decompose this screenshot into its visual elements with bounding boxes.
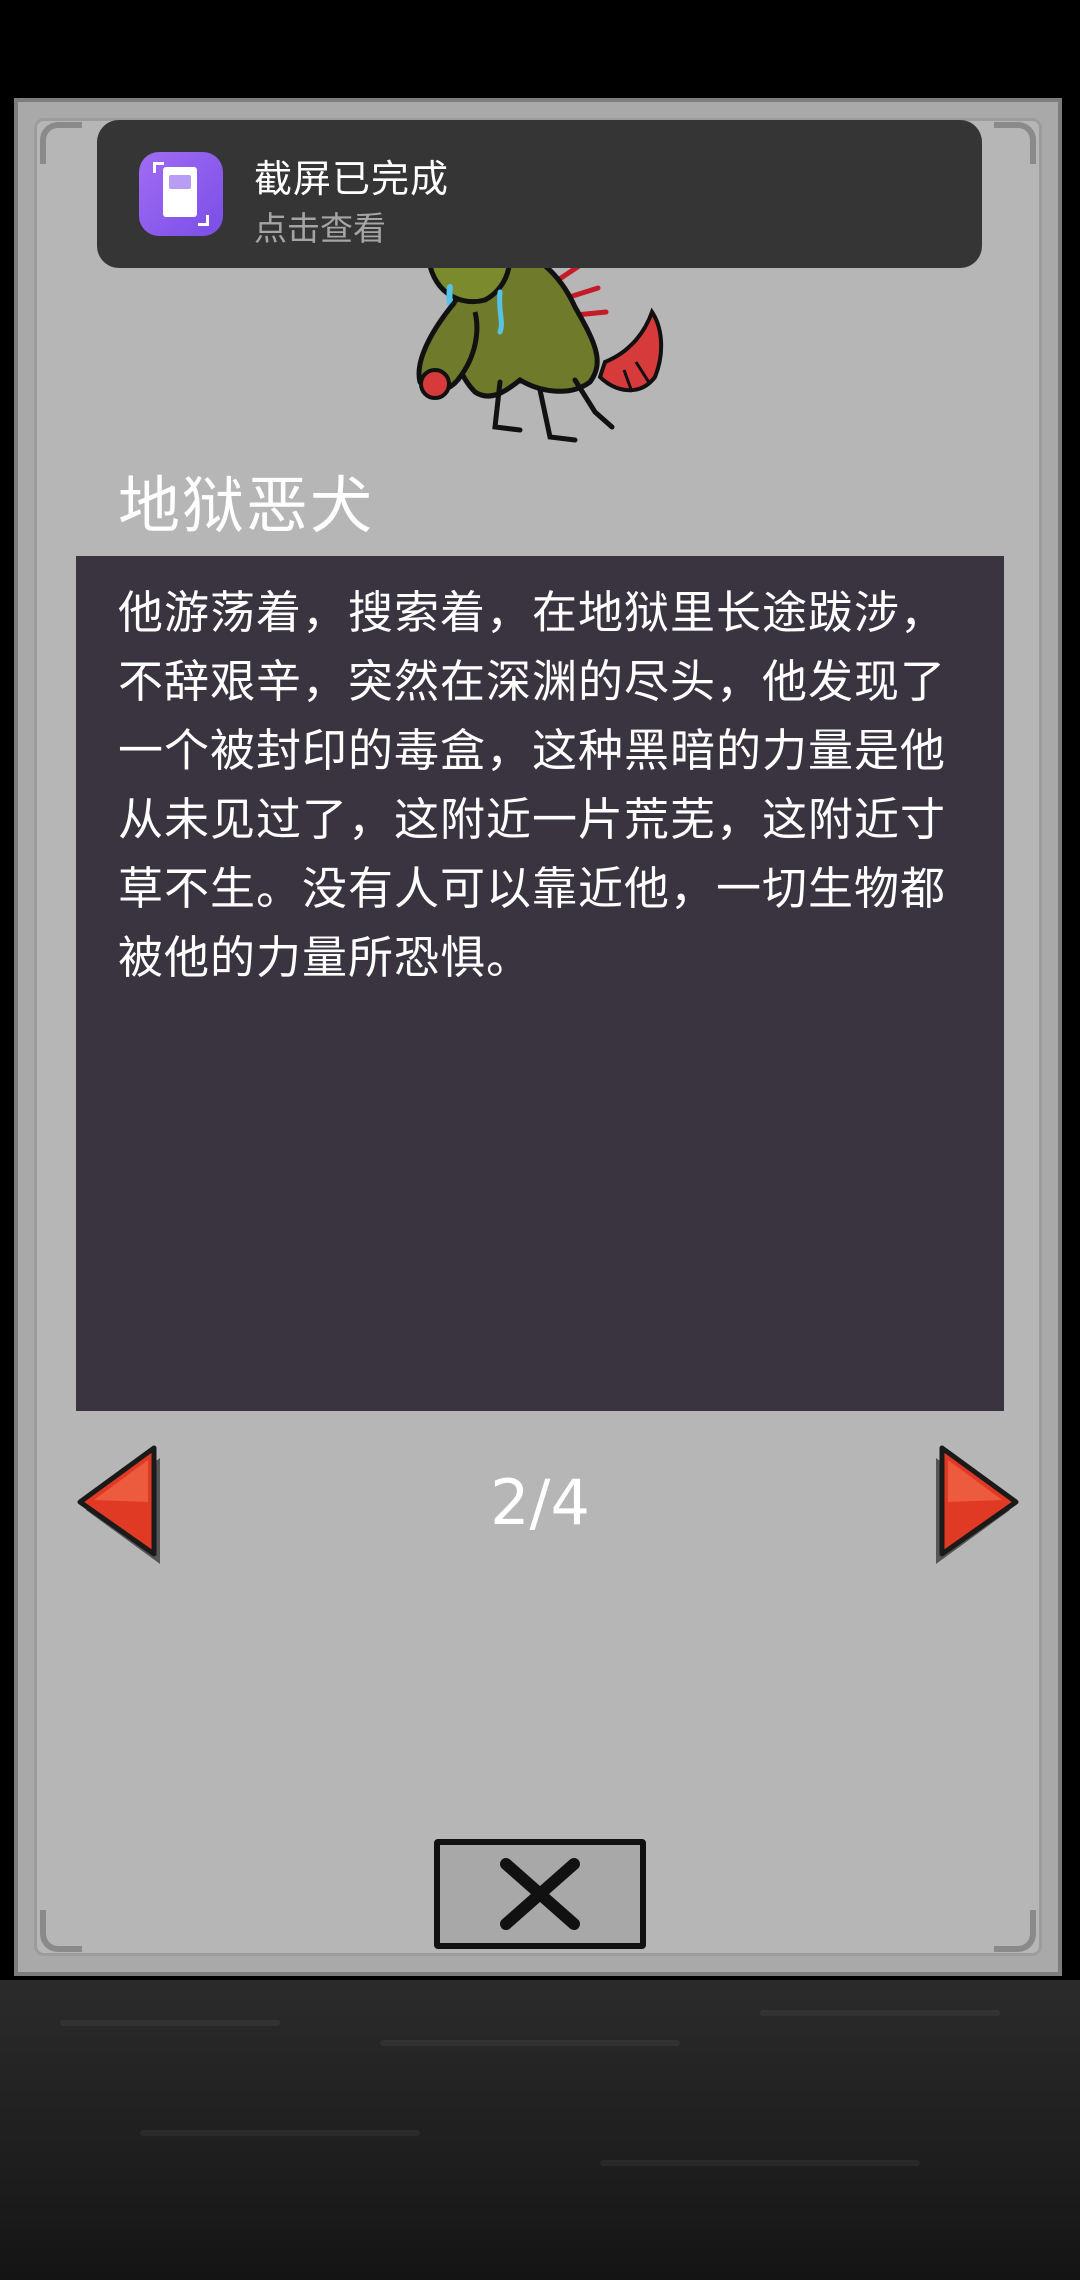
prev-page-button[interactable] <box>72 1440 168 1570</box>
description-panel: 他游荡着，搜索着，在地狱里长途跋涉，不辞艰辛，突然在深渊的尽头，他发现了一个被封… <box>76 556 1004 1411</box>
close-x-icon <box>500 1858 580 1930</box>
monster-description: 他游荡着，搜索着，在地狱里长途跋涉，不辞艰辛，突然在深渊的尽头，他发现了一个被封… <box>118 586 947 984</box>
monster-name: 地狱恶犬 <box>118 469 375 542</box>
screenshot-app-icon <box>139 152 223 236</box>
ground-background <box>0 1980 1080 2280</box>
screenshot-notification[interactable]: 截屏已完成 点击查看 <box>97 120 982 268</box>
notification-subtitle: 点击查看 <box>254 209 386 248</box>
notification-title: 截屏已完成 <box>254 157 450 201</box>
close-button[interactable] <box>434 1839 646 1949</box>
next-page-button[interactable] <box>928 1440 1024 1570</box>
page-indicator: 2/4 <box>490 1466 590 1539</box>
game-screen: 截屏已完成 点击查看 地狱恶犬 他游荡着，搜索着，在地狱里长途跋涉，不辞艰辛，突… <box>0 0 1080 2280</box>
